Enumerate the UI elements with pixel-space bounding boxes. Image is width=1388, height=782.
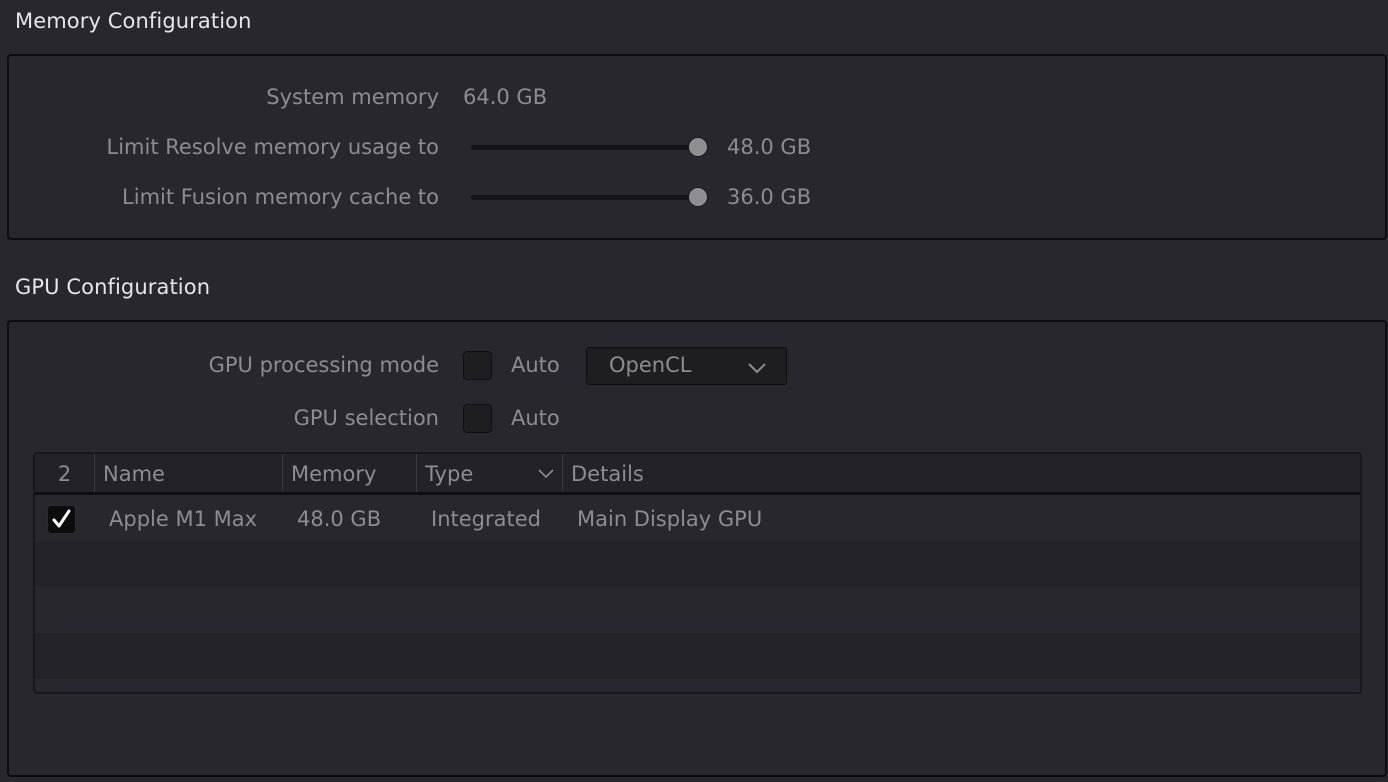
fusion-cache-slider[interactable] xyxy=(471,187,708,207)
sort-chevron-icon xyxy=(538,469,554,479)
gpu-processing-mode-selected: OpenCL xyxy=(609,353,692,377)
gpu-selection-auto-label: Auto xyxy=(511,406,560,430)
fusion-cache-limit-label: Limit Fusion memory cache to xyxy=(122,185,439,209)
gpu-type-cell: Integrated xyxy=(431,507,541,531)
empty-table-row xyxy=(35,633,1360,679)
fusion-cache-slider-thumb[interactable] xyxy=(688,187,708,207)
column-memory-header[interactable]: Memory xyxy=(283,454,417,492)
column-name-header[interactable]: Name xyxy=(95,454,283,492)
gpu-memory-cell: 48.0 GB xyxy=(297,507,382,531)
system-memory-value: 64.0 GB xyxy=(463,85,548,109)
resolve-memory-slider[interactable] xyxy=(471,137,708,157)
resolve-memory-value: 48.0 GB xyxy=(727,135,812,159)
gpu-selection-auto-checkbox[interactable] xyxy=(463,404,492,433)
gpu-processing-auto-checkbox[interactable] xyxy=(463,351,492,380)
gpu-table-body: Apple M1 Max 48.0 GB Integrated Main Dis… xyxy=(35,495,1360,692)
checkmark-icon xyxy=(52,509,71,528)
fusion-cache-value: 36.0 GB xyxy=(727,185,812,209)
empty-table-row xyxy=(35,587,1360,633)
gpu-table: 2 Name Memory Type Details Apple M1 Max … xyxy=(33,452,1362,694)
gpu-selection-label: GPU selection xyxy=(293,406,439,430)
empty-table-row xyxy=(35,541,1360,587)
memory-configuration-title: Memory Configuration xyxy=(15,9,252,33)
gpu-name-cell: Apple M1 Max xyxy=(109,507,258,531)
resolve-memory-slider-thumb[interactable] xyxy=(688,137,708,157)
fusion-cache-slider-fill xyxy=(471,195,698,200)
column-details-header[interactable]: Details xyxy=(563,454,1360,492)
gpu-configuration-panel: GPU processing mode Auto OpenCL GPU sele… xyxy=(7,320,1387,777)
gpu-processing-mode-label: GPU processing mode xyxy=(208,353,439,377)
memory-configuration-panel: System memory 64.0 GB Limit Resolve memo… xyxy=(7,54,1387,240)
gpu-table-header: 2 Name Memory Type Details xyxy=(35,454,1360,495)
column-count-header[interactable]: 2 xyxy=(35,454,95,492)
chevron-down-icon xyxy=(748,363,766,374)
gpu-processing-auto-label: Auto xyxy=(511,353,560,377)
table-row[interactable]: Apple M1 Max 48.0 GB Integrated Main Dis… xyxy=(35,495,1360,541)
gpu-processing-mode-dropdown[interactable]: OpenCL xyxy=(586,347,787,385)
gpu-configuration-title: GPU Configuration xyxy=(15,275,211,299)
system-memory-label: System memory xyxy=(266,85,439,109)
gpu-details-cell: Main Display GPU xyxy=(577,507,763,531)
column-type-header[interactable]: Type xyxy=(417,454,563,492)
gpu-enable-checkbox[interactable] xyxy=(47,505,76,534)
resolve-memory-limit-label: Limit Resolve memory usage to xyxy=(106,135,440,159)
column-type-label: Type xyxy=(425,462,474,486)
resolve-memory-slider-fill xyxy=(471,145,698,150)
